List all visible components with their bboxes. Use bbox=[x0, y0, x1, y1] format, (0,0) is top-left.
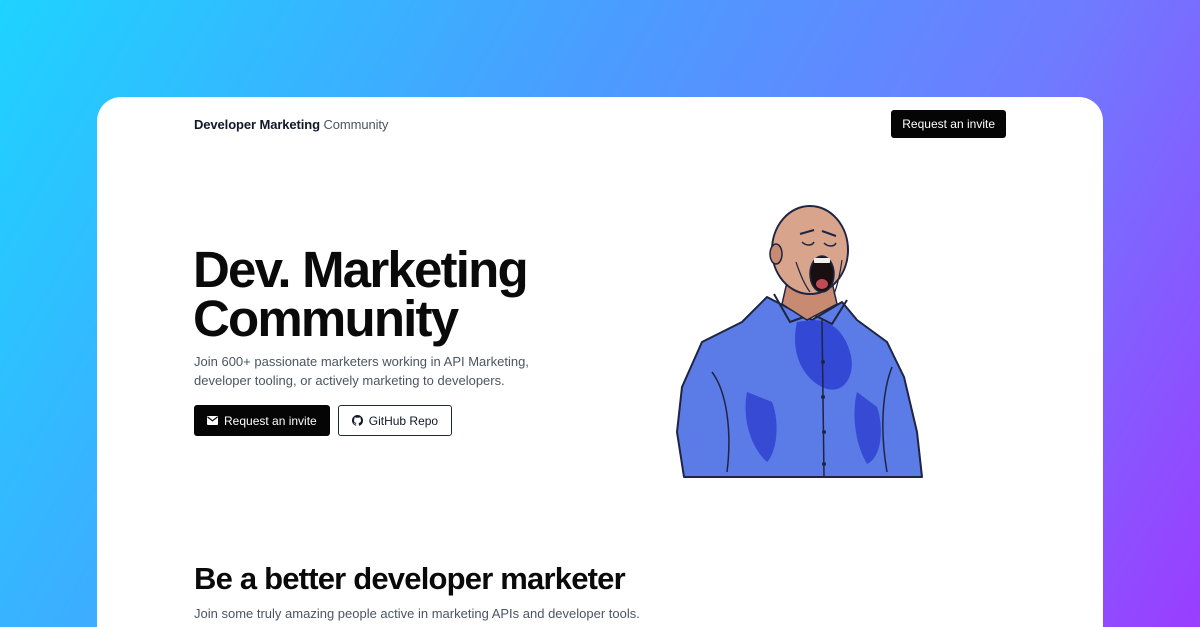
gradient-backdrop: Developer Marketing Community Request an… bbox=[0, 0, 1200, 627]
brand-logo[interactable]: Developer Marketing Community bbox=[194, 117, 388, 132]
request-invite-button[interactable]: Request an invite bbox=[194, 405, 330, 436]
nav-request-invite-button[interactable]: Request an invite bbox=[891, 110, 1006, 138]
github-repo-label: GitHub Repo bbox=[368, 413, 439, 428]
hero-buttons: Request an invite GitHub Repo bbox=[194, 405, 453, 436]
page-card: Developer Marketing Community Request an… bbox=[97, 97, 1103, 627]
hero-title-line-2: Community bbox=[193, 290, 459, 347]
section-title: Be a better developer marketer bbox=[194, 561, 626, 596]
mail-icon bbox=[207, 416, 218, 425]
github-repo-button[interactable]: GitHub Repo bbox=[337, 405, 453, 436]
request-invite-label: Request an invite bbox=[224, 413, 317, 428]
hero-subtitle: Join 600+ passionate marketers working i… bbox=[194, 354, 529, 388]
top-nav: Developer Marketing Community Request an… bbox=[194, 110, 1006, 138]
section-subtitle: Join some truly amazing people active in… bbox=[194, 606, 640, 621]
shouting-man-illustration bbox=[672, 202, 932, 487]
github-icon bbox=[351, 415, 363, 426]
hero-title: Dev. Marketing Community bbox=[193, 244, 573, 344]
brand-name-light: Community bbox=[323, 116, 389, 132]
brand-name-bold: Developer Marketing bbox=[194, 116, 320, 132]
